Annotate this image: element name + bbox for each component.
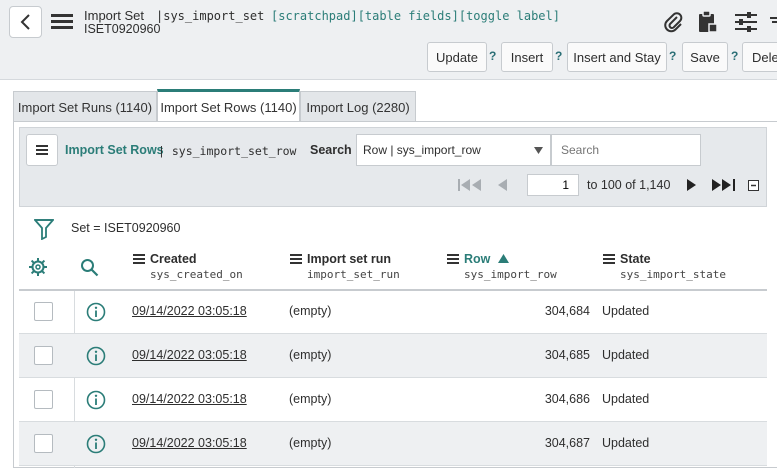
search-input[interactable]: [551, 134, 701, 166]
table-row[interactable]: 09/14/2022 03:05:18 (empty) 304,684 Upda…: [19, 290, 767, 334]
state-cell: Updated: [602, 348, 650, 362]
filter-icon[interactable]: [34, 218, 54, 240]
sliders-icon[interactable]: [734, 11, 758, 33]
row-checkbox[interactable]: [34, 434, 53, 453]
first-page-icon[interactable]: [458, 179, 484, 191]
update-help-icon[interactable]: ?: [489, 49, 496, 63]
column-label: State: [620, 252, 651, 266]
created-link[interactable]: 09/14/2022 03:05:18: [132, 348, 247, 362]
previous-page-icon[interactable]: [496, 179, 508, 191]
import-set-run-cell: (empty): [289, 436, 332, 450]
created-link[interactable]: 09/14/2022 03:05:18: [132, 392, 247, 406]
tab-import-log[interactable]: Import Log (2280): [300, 91, 416, 122]
list-menu-button[interactable]: [26, 134, 58, 166]
paperclip-icon[interactable]: [662, 11, 684, 33]
info-icon[interactable]: [86, 346, 106, 366]
debug-links[interactable]: [scratchpad][table fields][toggle label]: [271, 9, 560, 23]
list-title[interactable]: Import Set Rows: [65, 143, 164, 157]
info-icon[interactable]: [86, 434, 106, 454]
column-field: sys_import_row: [464, 268, 557, 281]
form-table-name: |sys_import_set: [156, 9, 265, 23]
column-label: Row: [464, 252, 491, 266]
record-number: ISET0920960: [84, 22, 161, 36]
clipboard-icon[interactable]: [697, 10, 719, 34]
state-cell: Updated: [602, 436, 650, 450]
tab-import-set-runs[interactable]: Import Set Runs (1140): [13, 91, 157, 122]
column-field: import_set_run: [307, 268, 400, 281]
form-header: Import Set |sys_import_set [scratchpad][…: [0, 0, 777, 80]
column-menu-icon[interactable]: [133, 254, 145, 264]
state-cell: Updated: [602, 304, 650, 318]
gear-icon[interactable]: [28, 257, 48, 277]
info-icon[interactable]: [86, 302, 106, 322]
column-field: sys_import_state: [620, 268, 726, 281]
back-button[interactable]: [9, 6, 42, 38]
insert-and-stay-help-icon[interactable]: ?: [669, 49, 676, 63]
save-button[interactable]: Save: [682, 42, 728, 72]
column-state[interactable]: State sys_import_state: [603, 252, 726, 281]
table-row[interactable]: 09/14/2022 03:05:18 (empty) 304,687 Upda…: [19, 422, 767, 466]
filter-breadcrumb[interactable]: Set = ISET0920960: [71, 221, 180, 235]
search-icon[interactable]: [80, 258, 99, 277]
created-link[interactable]: 09/14/2022 03:05:18: [132, 436, 247, 450]
collapse-icon[interactable]: [748, 180, 759, 191]
import-set-run-cell: (empty): [289, 304, 332, 318]
column-menu-icon[interactable]: [290, 254, 302, 264]
update-button[interactable]: Update: [427, 42, 487, 72]
column-label: Import set run: [307, 252, 392, 266]
row-number-cell: 304,684: [544, 304, 590, 318]
table-row[interactable]: 09/14/2022 03:05:18 (empty) 304,685 Upda…: [19, 334, 767, 378]
row-checkbox[interactable]: [34, 302, 53, 321]
column-import-set-run[interactable]: Import set run import_set_run: [290, 252, 400, 281]
table-row[interactable]: 09/14/2022 03:05:18 (empty) 304,686 Upda…: [19, 378, 767, 422]
row-number-cell: 304,685: [544, 348, 590, 362]
search-field-select[interactable]: Row | sys_import_row: [356, 134, 551, 166]
state-cell: Updated: [602, 392, 650, 406]
delete-button[interactable]: Delete: [742, 42, 777, 72]
form-title: Import Set: [84, 8, 144, 23]
form-menu-button[interactable]: [51, 14, 73, 30]
more-icon[interactable]: [768, 11, 777, 33]
sort-ascending-icon: [497, 254, 509, 263]
info-icon[interactable]: [86, 390, 106, 410]
save-help-icon[interactable]: ?: [731, 49, 738, 63]
column-menu-icon[interactable]: [447, 254, 459, 264]
row-checkbox[interactable]: [34, 346, 53, 365]
search-field-value: Row | sys_import_row: [363, 143, 481, 157]
insert-button[interactable]: Insert: [501, 42, 553, 72]
row-checkbox[interactable]: [34, 390, 53, 409]
column-label: Created: [150, 252, 197, 266]
row-number-cell: 304,686: [544, 392, 590, 406]
next-page-icon[interactable]: [686, 179, 698, 191]
column-created[interactable]: Created sys_created_on: [133, 252, 243, 281]
page-range: to 100 of 1,140: [587, 178, 671, 192]
import-set-run-cell: (empty): [289, 348, 332, 362]
chevron-left-icon: [20, 14, 30, 30]
import-set-run-cell: (empty): [289, 392, 332, 406]
page-number-input[interactable]: [527, 174, 579, 196]
column-field: sys_created_on: [150, 268, 243, 281]
insert-help-icon[interactable]: ?: [555, 49, 562, 63]
dropdown-arrow-icon: [534, 147, 543, 154]
hamburger-icon: [36, 145, 48, 155]
insert-and-stay-button[interactable]: Insert and Stay: [567, 42, 667, 72]
column-row[interactable]: Row sys_import_row: [447, 252, 557, 281]
search-label: Search: [310, 143, 352, 157]
created-link[interactable]: 09/14/2022 03:05:18: [132, 304, 247, 318]
column-menu-icon[interactable]: [603, 254, 615, 264]
list-table-name: | sys_import_set_row: [158, 144, 297, 158]
row-number-cell: 304,687: [544, 436, 590, 450]
tab-import-set-rows[interactable]: Import Set Rows (1140): [157, 89, 300, 122]
last-page-icon[interactable]: [711, 179, 737, 191]
